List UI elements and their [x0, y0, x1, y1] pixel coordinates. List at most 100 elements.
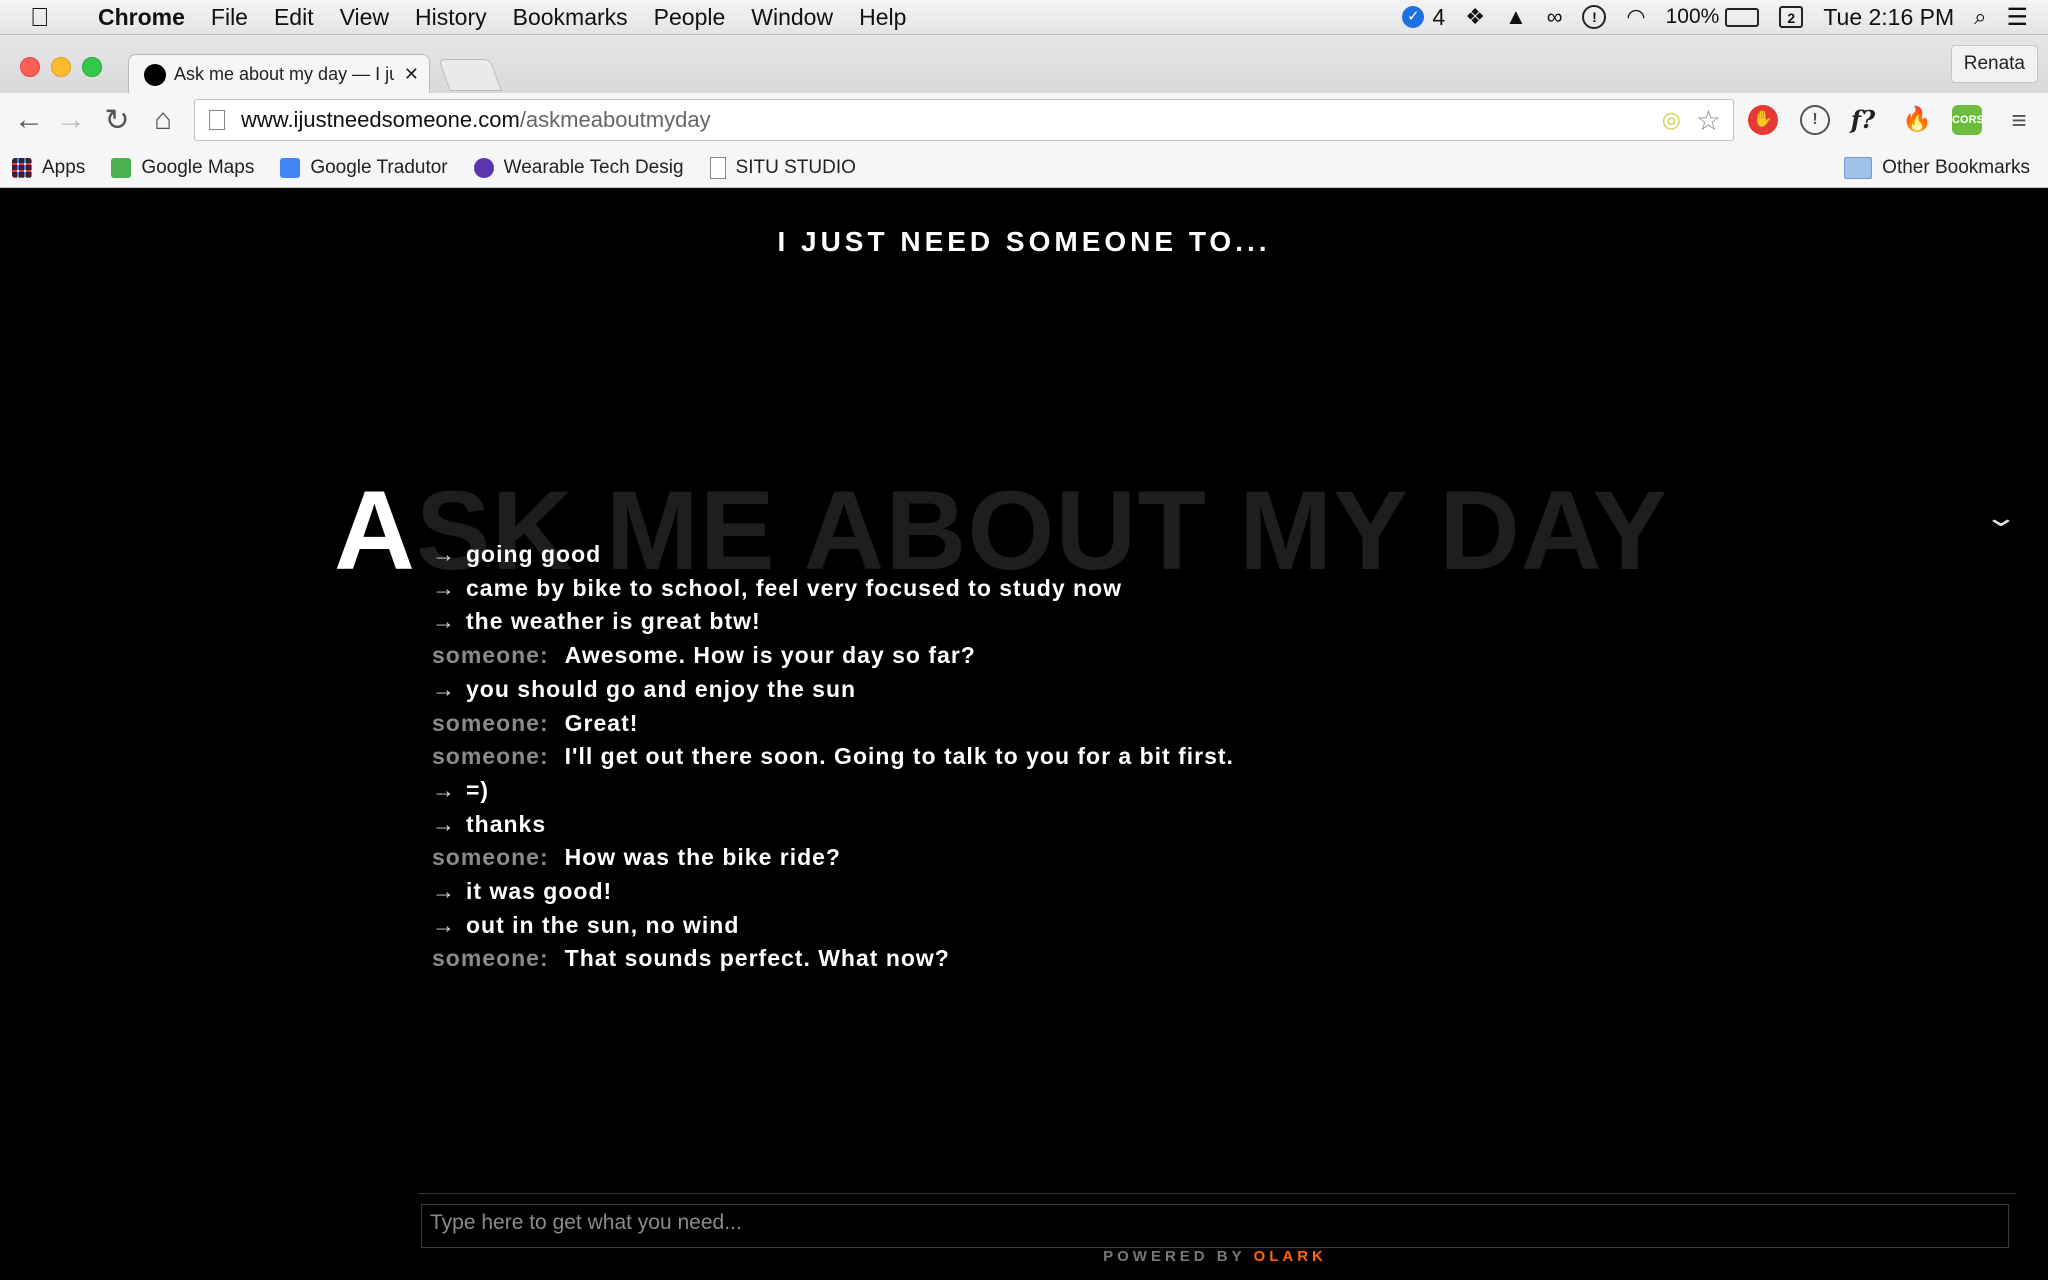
- home-icon[interactable]: ⌂: [146, 103, 180, 137]
- bookmark-label: Other Bookmarks: [1882, 157, 2030, 178]
- itp-icon: [473, 158, 494, 178]
- onepassword-extension-icon[interactable]: !: [1800, 105, 1830, 135]
- bookmark-star-icon[interactable]: ☆: [1696, 104, 1721, 137]
- apple-menu-icon[interactable]: : [30, 2, 68, 33]
- bookmark-label: SITU STUDIO: [735, 157, 856, 178]
- bookmark-label: Google Tradutor: [310, 157, 448, 178]
- url-path: /askmeaboutmyday: [519, 107, 711, 132]
- message-text: out in the sun, no wind: [466, 911, 740, 938]
- olark-brand: OLARK: [1253, 1248, 1327, 1265]
- message-sender: someone:: [432, 642, 549, 669]
- wifi-icon[interactable]: ◠: [1626, 4, 1645, 30]
- tab-title: Ask me about my day — I ju: [174, 64, 394, 84]
- new-tab-button[interactable]: [438, 59, 502, 91]
- bookmarks-bar: Apps Google Maps Google Tradutor Wearabl…: [0, 149, 2048, 188]
- chat-input-area: [418, 1193, 2016, 1248]
- chat-message-visitor: → it was good!: [432, 875, 1632, 909]
- menu-people[interactable]: People: [654, 4, 726, 31]
- chrome-menu-icon[interactable]: ≡: [2004, 105, 2034, 135]
- mac-menubar:  Chrome File Edit View History Bookmark…: [0, 0, 2048, 35]
- message-text: Awesome. How is your day so far?: [564, 642, 976, 669]
- bookmark-google-maps[interactable]: Google Maps: [111, 157, 254, 179]
- page-content: I JUST NEED SOMEONE TO... ASK ME ABOUT M…: [0, 188, 2048, 1280]
- lastpass-eye-icon[interactable]: ◎: [1662, 107, 1681, 133]
- chevron-down-icon[interactable]: ⌄: [1984, 502, 2019, 533]
- chat-message-operator: someone: I'll get out there soon. Going t…: [432, 740, 1632, 774]
- message-text: Great!: [564, 709, 639, 736]
- fire-extension-icon[interactable]: 🔥: [1902, 105, 1932, 135]
- google-drive-icon[interactable]: ▲: [1505, 4, 1527, 30]
- message-text: =): [466, 776, 490, 803]
- chat-message-visitor: → you should go and enjoy the sun: [432, 673, 1632, 707]
- powered-by[interactable]: POWERED BY OLARK: [1050, 1248, 1380, 1265]
- chat-message-visitor: → out in the sun, no wind: [432, 909, 1632, 943]
- browser-toolbar: ← → ↻ ⌂ www.ijustneedsomeone.com/askmeab…: [0, 93, 2048, 149]
- chat-message-visitor: → the weather is great btw!: [432, 605, 1632, 639]
- address-bar[interactable]: www.ijustneedsomeone.com/askmeaboutmyday…: [194, 99, 1734, 141]
- bookmark-wearable-tech[interactable]: Wearable Tech Desig: [473, 157, 684, 179]
- battery-percent: 100%: [1665, 5, 1720, 28]
- tab-close-icon[interactable]: ✕: [404, 64, 419, 85]
- arrow-right-icon: →: [432, 776, 456, 803]
- page-info-icon[interactable]: [209, 110, 225, 130]
- close-window-button[interactable]: [20, 57, 40, 77]
- bookmark-apps[interactable]: Apps: [12, 157, 85, 179]
- clock[interactable]: Tue 2:16 PM: [1823, 4, 1954, 31]
- onepassword-icon[interactable]: !: [1582, 5, 1607, 29]
- battery-status[interactable]: 100%: [1666, 5, 1760, 29]
- message-text: you should go and enjoy the sun: [466, 675, 857, 702]
- tab-active[interactable]: Ask me about my day — I ju ✕: [128, 54, 430, 94]
- menu-history[interactable]: History: [415, 4, 487, 31]
- apps-grid-icon: [12, 158, 32, 178]
- url-host: www.ijustneedsomeone.com: [241, 107, 520, 132]
- calendar-icon[interactable]: 2: [1779, 6, 1804, 28]
- page-icon: [709, 157, 726, 179]
- chat-message-visitor: → came by bike to school, feel very focus…: [432, 572, 1632, 606]
- adblock-extension-icon[interactable]: ✋: [1748, 105, 1778, 135]
- menu-view[interactable]: View: [340, 4, 389, 31]
- back-arrow-icon[interactable]: ←: [12, 103, 46, 137]
- bookmark-google-tradutor[interactable]: Google Tradutor: [280, 157, 448, 179]
- site-title[interactable]: I JUST NEED SOMEONE TO...: [0, 226, 2048, 258]
- message-text: How was the bike ride?: [564, 844, 841, 871]
- message-sender: someone:: [432, 945, 549, 972]
- tab-strip: Ask me about my day — I ju ✕ Renata: [0, 35, 2048, 94]
- whatfont-extension-icon[interactable]: f?: [1848, 105, 1878, 135]
- battery-icon: [1725, 7, 1760, 27]
- menu-help[interactable]: Help: [859, 4, 906, 31]
- bookmark-other[interactable]: Other Bookmarks: [1844, 157, 2030, 179]
- profile-button[interactable]: Renata: [1950, 45, 2038, 83]
- zoom-window-button[interactable]: [82, 57, 102, 77]
- reload-icon[interactable]: ↻: [100, 103, 134, 138]
- message-text: came by bike to school, feel very focuse…: [466, 574, 1122, 601]
- menu-window[interactable]: Window: [751, 4, 833, 31]
- spotlight-search-icon[interactable]: ⌕: [1974, 4, 1986, 30]
- menubar-status-area: ✓ 4 ❖ ▲ ∞ ! ◠ 100% 2 Tue 2:16 PM ⌕ ☰: [1402, 0, 2028, 34]
- powered-by-label: POWERED BY: [1103, 1248, 1246, 1265]
- mail-status[interactable]: ✓ 4: [1402, 4, 1445, 31]
- bookmark-situ-studio[interactable]: SITU STUDIO: [709, 157, 856, 179]
- bookmark-label: Google Maps: [141, 157, 255, 178]
- menu-app-name[interactable]: Chrome: [98, 4, 185, 31]
- arrow-right-icon: →: [432, 911, 456, 938]
- message-text: going good: [466, 541, 602, 567]
- chat-input[interactable]: [421, 1204, 2009, 1248]
- message-text: it was good!: [466, 878, 613, 905]
- message-sender: someone:: [432, 844, 549, 871]
- message-text: thanks: [466, 810, 547, 837]
- menu-bookmarks[interactable]: Bookmarks: [513, 4, 628, 31]
- dropbox-icon[interactable]: ❖: [1465, 4, 1485, 30]
- heading-first-letter: A: [334, 468, 416, 576]
- minimize-window-button[interactable]: [51, 57, 71, 77]
- site-favicon-icon: [144, 63, 166, 86]
- notification-center-icon[interactable]: ☰: [2006, 3, 2028, 32]
- forward-arrow-icon[interactable]: →: [54, 103, 88, 137]
- arrow-right-icon: →: [432, 675, 456, 702]
- menu-edit[interactable]: Edit: [274, 4, 314, 31]
- arrow-right-icon: →: [432, 878, 456, 905]
- chat-message-visitor: → going good: [432, 538, 1632, 572]
- creative-cloud-icon[interactable]: ∞: [1547, 4, 1563, 30]
- message-text: I'll get out there soon. Going to talk t…: [564, 743, 1234, 770]
- cors-extension-icon[interactable]: CORS: [1952, 105, 1984, 135]
- menu-file[interactable]: File: [211, 4, 248, 31]
